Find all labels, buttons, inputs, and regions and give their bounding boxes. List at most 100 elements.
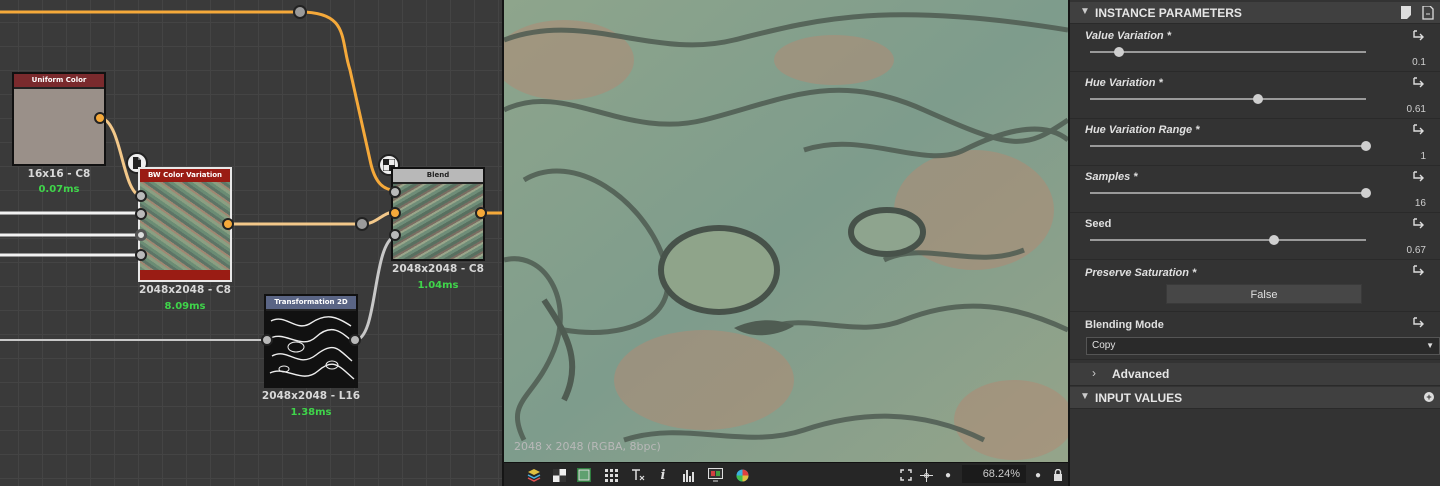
param-row: Seed 0.67 (1070, 214, 1440, 260)
node-thumbnail (14, 89, 104, 164)
texture-preview[interactable] (504, 0, 1068, 462)
zoom-in-icon[interactable]: ● (1030, 467, 1046, 483)
checker-icon[interactable] (551, 467, 567, 483)
node-graph-canvas[interactable]: Uniform Color 16x16 - C8 0.07ms BW Color… (0, 0, 502, 486)
collapse-chevron-icon[interactable]: ▼ (1080, 391, 1090, 402)
param-row: Hue Variation Range * 1 (1070, 120, 1440, 166)
input-values-header[interactable]: ▼ INPUT VALUES + (1070, 387, 1440, 409)
reset-icon[interactable] (1410, 217, 1426, 233)
dropdown-arrow-icon: ▼ (1426, 341, 1434, 350)
resolution-label: 2048 x 2048 (RGBA, 8bpc) (514, 440, 661, 453)
zoom-level[interactable]: 68.24% (962, 465, 1026, 483)
bw-output-port[interactable] (222, 218, 234, 230)
histogram-icon[interactable] (681, 467, 697, 483)
color-wheel-icon[interactable] (734, 467, 750, 483)
bw-input-port-3[interactable] (135, 229, 147, 241)
transform-output-port[interactable] (349, 334, 361, 346)
transform-input-port[interactable] (261, 334, 273, 346)
bw-input-port-2[interactable] (135, 208, 147, 220)
transform-time: 1.38ms (290, 407, 332, 418)
reset-icon[interactable] (1410, 76, 1426, 92)
param-value[interactable]: 0.67 (1407, 245, 1426, 256)
param-value[interactable]: 0.61 (1407, 104, 1426, 115)
param-row: Value Variation * 0.1 (1070, 26, 1440, 72)
reset-icon[interactable] (1410, 170, 1426, 186)
blend-input-foreground[interactable] (389, 186, 401, 198)
viewport-toolbar: i ● 68.24% ● (504, 462, 1068, 486)
section-title: Advanced (1112, 367, 1170, 381)
param-label: Hue Variation * (1085, 77, 1163, 89)
display-icon[interactable] (707, 467, 723, 483)
preserve-saturation-toggle[interactable]: False (1166, 284, 1362, 304)
collapse-chevron-icon[interactable]: ▼ (1080, 6, 1090, 17)
bw-input-port-1[interactable] (135, 190, 147, 202)
param-label: Value Variation * (1085, 30, 1171, 42)
bw-input-port-4[interactable] (135, 249, 147, 261)
expand-chevron-icon[interactable]: › (1092, 366, 1096, 380)
param-value[interactable]: 16 (1415, 198, 1426, 209)
properties-panel: ▼ INSTANCE PARAMETERS Value Variation * 0… (1068, 0, 1440, 486)
uniform-output-port[interactable] (94, 112, 106, 124)
export-icon[interactable] (1422, 6, 1434, 20)
blending-mode-select[interactable]: Copy ▼ (1086, 337, 1440, 355)
fit-view-icon[interactable] (898, 467, 914, 483)
reset-icon[interactable] (1410, 264, 1426, 280)
tile-grid-icon[interactable] (603, 467, 619, 483)
info-icon[interactable]: i (655, 467, 671, 483)
text-transform-icon[interactable] (630, 467, 646, 483)
slider-handle[interactable] (1252, 94, 1263, 104)
bw-info: 2048x2048 - C8 (139, 284, 231, 296)
transformation-2d-node[interactable]: Transformation 2D (264, 294, 358, 388)
slider-track[interactable] (1090, 94, 1366, 104)
wire-bw-to-blend (228, 210, 396, 226)
param-label: Seed (1085, 218, 1112, 230)
viewport-2d[interactable]: 2048 x 2048 (RGBA, 8bpc) i ● 68.24% ● (502, 0, 1068, 486)
reset-icon[interactable] (1410, 316, 1426, 332)
blend-input-background[interactable] (389, 207, 401, 219)
slider-track[interactable] (1090, 235, 1366, 245)
node-title: Transformation 2D (266, 296, 356, 309)
instance-parameters-header[interactable]: ▼ INSTANCE PARAMETERS (1070, 2, 1440, 24)
reset-icon[interactable] (1410, 29, 1426, 45)
slider-handle[interactable] (1113, 47, 1124, 57)
preset-icon[interactable] (1400, 6, 1412, 20)
slider-track[interactable] (1090, 188, 1371, 198)
param-row: Hue Variation * 0.61 (1070, 73, 1440, 119)
blend-node[interactable]: Blend (391, 167, 485, 261)
section-title: INPUT VALUES (1095, 391, 1183, 405)
node-thumbnail (266, 311, 356, 386)
section-title: INSTANCE PARAMETERS (1095, 6, 1242, 20)
transform-info: 2048x2048 - L16 (261, 390, 361, 402)
node-title: Blend (393, 169, 483, 182)
param-value[interactable]: 1 (1420, 151, 1426, 162)
slider-handle[interactable] (1268, 235, 1279, 245)
uniform-info: 16x16 - C8 (27, 168, 91, 180)
reset-icon[interactable] (1410, 123, 1426, 139)
color-channel-icon[interactable] (576, 467, 592, 483)
blend-input-mask[interactable] (389, 229, 401, 241)
texture-image (504, 0, 1068, 462)
slider-handle[interactable] (1361, 188, 1371, 198)
bw-color-variation-node[interactable]: BW Color Variation (138, 167, 232, 282)
advanced-section-header[interactable]: › Advanced (1070, 363, 1440, 386)
zoom-out-icon[interactable]: ● (940, 467, 956, 483)
node-title: BW Color Variation (140, 169, 230, 182)
lock-icon[interactable] (1050, 467, 1066, 483)
node-title: Uniform Color (14, 74, 104, 87)
slider-track[interactable] (1090, 47, 1366, 57)
node-thumbnail (140, 182, 230, 270)
pan-icon[interactable] (918, 467, 934, 483)
uniform-color-node[interactable]: Uniform Color (12, 72, 106, 166)
param-row: Samples * 16 (1070, 167, 1440, 213)
slider-track[interactable] (1090, 141, 1371, 151)
slider-handle[interactable] (1361, 141, 1371, 151)
param-label: Preserve Saturation * (1085, 267, 1197, 279)
param-value[interactable]: 0.1 (1412, 57, 1426, 68)
blend-output-port[interactable] (475, 207, 487, 219)
bw-time: 8.09ms (164, 301, 206, 312)
layers-icon[interactable] (526, 467, 542, 483)
node-thumbnail (393, 184, 483, 259)
add-icon[interactable]: + (1424, 392, 1434, 402)
node-footer (140, 270, 230, 280)
blend-info: 2048x2048 - C8 (392, 263, 484, 275)
